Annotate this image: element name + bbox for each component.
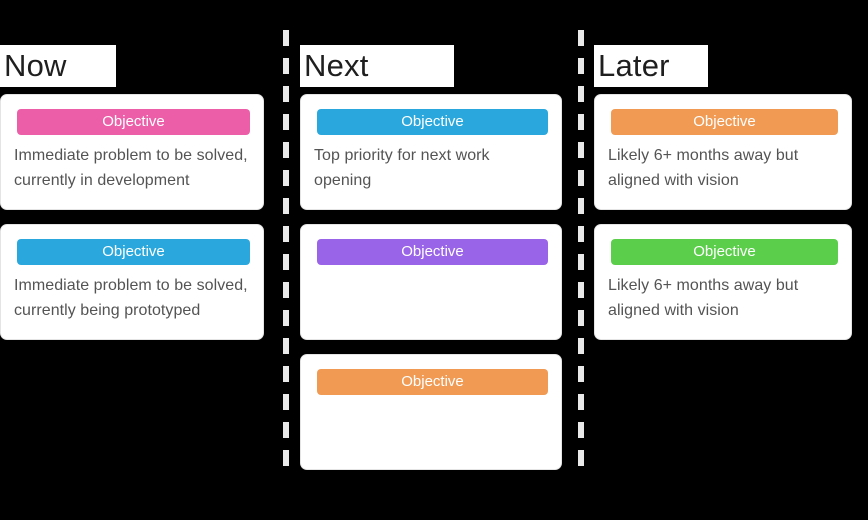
objective-tag[interactable]: Objective	[317, 369, 548, 395]
column-header-later: Later	[594, 45, 708, 87]
objective-tag[interactable]: Objective	[17, 239, 250, 265]
card[interactable]: Objective Immediate problem to be solved…	[0, 94, 264, 210]
objective-tag[interactable]: Objective	[17, 109, 250, 135]
objective-tag[interactable]: Objective	[611, 239, 838, 265]
objective-tag[interactable]: Objective	[317, 239, 548, 265]
card-description: Top priority for next work opening	[314, 147, 490, 189]
card[interactable]: Objective	[300, 224, 562, 340]
card-list-next: Objective Top priority for next work ope…	[300, 87, 562, 470]
card-description	[314, 404, 548, 453]
card[interactable]: Objective	[300, 354, 562, 470]
card-description	[314, 274, 548, 323]
objective-tag[interactable]: Objective	[317, 109, 548, 135]
column-header-now: Now	[0, 45, 116, 87]
card[interactable]: Objective Likely 6+ months away but alig…	[594, 224, 852, 340]
column-next: Next Objective Top priority for next wor…	[290, 0, 580, 520]
column-header-next: Next	[300, 45, 454, 87]
column-later: Later Objective Likely 6+ months away bu…	[580, 0, 868, 520]
card-description: Likely 6+ months away but aligned with v…	[608, 147, 799, 189]
objective-tag[interactable]: Objective	[611, 109, 838, 135]
card-description: Immediate problem to be solved, currentl…	[14, 277, 248, 319]
card[interactable]: Objective Likely 6+ months away but alig…	[594, 94, 852, 210]
card-description: Immediate problem to be solved, currentl…	[14, 147, 248, 189]
card-list-later: Objective Likely 6+ months away but alig…	[594, 87, 852, 340]
column-divider	[283, 30, 289, 476]
card-description: Likely 6+ months away but aligned with v…	[608, 277, 799, 319]
card[interactable]: Objective Top priority for next work ope…	[300, 94, 562, 210]
now-next-later-board: Now Objective Immediate problem to be so…	[0, 0, 868, 520]
card-list-now: Objective Immediate problem to be solved…	[0, 87, 264, 340]
card[interactable]: Objective Immediate problem to be solved…	[0, 224, 264, 340]
column-now: Now Objective Immediate problem to be so…	[0, 0, 290, 520]
